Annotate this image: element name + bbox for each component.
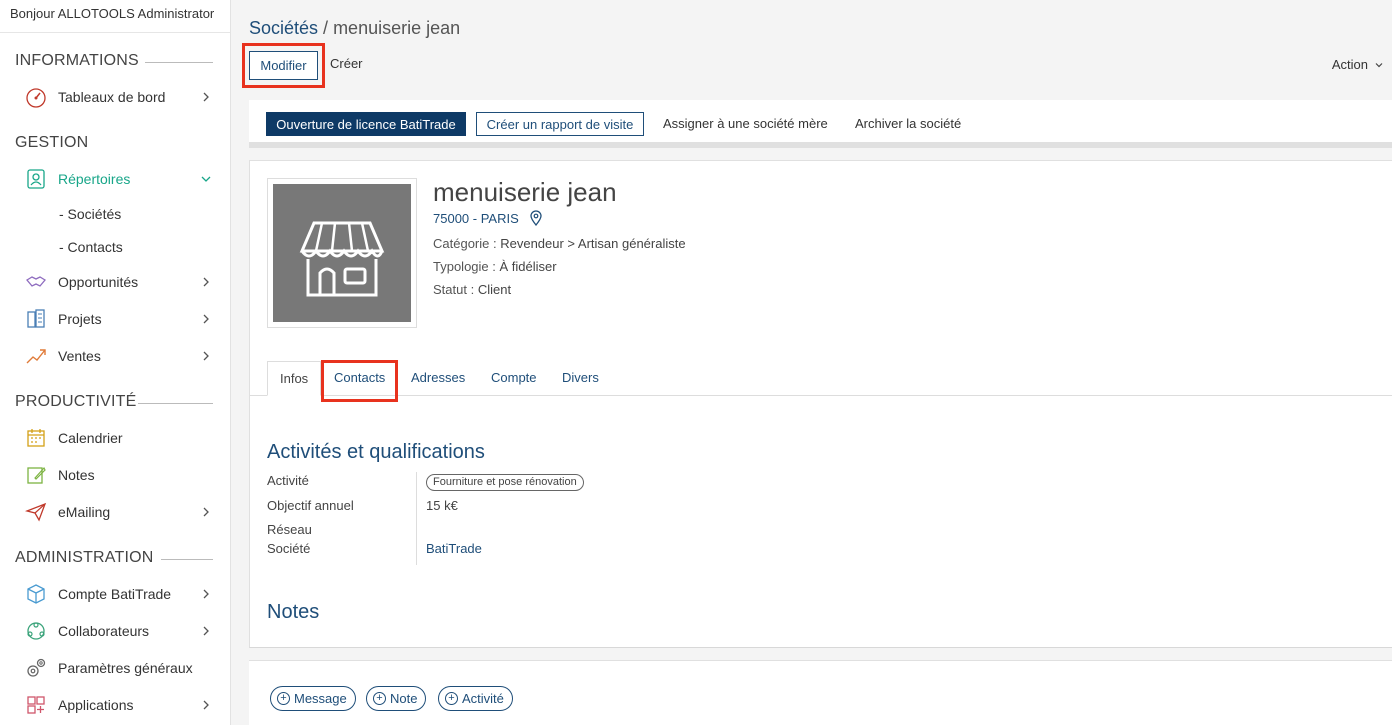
chevron-right-icon <box>203 92 209 102</box>
activite-tag: Fourniture et pose rénovation <box>426 474 584 491</box>
building-plans-icon <box>24 307 48 331</box>
societe-value-link[interactable]: BatiTrade <box>426 541 482 556</box>
chevron-right-icon <box>203 626 209 636</box>
plus-circle-icon: + <box>445 692 458 705</box>
sidebar: Bonjour ALLOTOOLS Administrator INFORMAT… <box>0 0 231 725</box>
chevron-right-icon <box>203 589 209 599</box>
sidebar-item-notes[interactable]: Notes <box>24 462 219 488</box>
tab-adresses[interactable]: Adresses <box>399 361 477 396</box>
message-button[interactable]: + Message <box>270 686 356 711</box>
chevron-right-icon <box>203 351 209 361</box>
section-productivite: PRODUCTIVITÉ <box>15 393 213 411</box>
dashboard-gauge-icon <box>24 85 48 109</box>
highlight-box-modifier <box>242 43 325 88</box>
action-bar: Ouverture de licence BatiTrade Créer un … <box>249 100 1392 148</box>
objectif-label: Objectif annuel <box>267 498 354 513</box>
tab-divers[interactable]: Divers <box>550 361 611 396</box>
sidebar-item-parametres-generaux[interactable]: Paramètres généraux <box>24 655 219 681</box>
breadcrumb-link-societes[interactable]: Sociétés <box>249 18 318 38</box>
section-informations: INFORMATIONS <box>15 52 213 70</box>
activite-button[interactable]: + Activité <box>438 686 513 711</box>
note-button[interactable]: + Note <box>366 686 427 711</box>
note-edit-icon <box>24 463 48 487</box>
section-administration: ADMINISTRATION <box>15 549 213 567</box>
company-location[interactable]: 75000 - PARIS <box>433 210 543 226</box>
company-typologie: Typologie : À fidéliser <box>433 259 557 274</box>
tab-compte[interactable]: Compte <box>479 361 549 396</box>
sidebar-item-emailing[interactable]: eMailing <box>24 499 219 525</box>
map-pin-icon[interactable] <box>529 210 543 226</box>
company-card: menuiserie jean 75000 - PARIS Catégorie … <box>249 160 1392 648</box>
sidebar-item-tableaux-de-bord[interactable]: Tableaux de bord <box>24 84 219 110</box>
sidebar-item-collaborateurs[interactable]: Collaborateurs <box>24 618 219 644</box>
archiver-societe-button[interactable]: Archiver la société <box>855 116 961 131</box>
team-icon <box>24 619 48 643</box>
sidebar-item-compte-batitrade[interactable]: Compte BatiTrade <box>24 581 219 607</box>
plus-circle-icon: + <box>277 692 290 705</box>
sales-trend-icon <box>24 344 48 368</box>
notes-heading: Notes <box>267 601 320 623</box>
chevron-right-icon <box>203 314 209 324</box>
contacts-book-icon <box>24 167 48 191</box>
assigner-societe-mere-button[interactable]: Assigner à une société mère <box>663 116 828 131</box>
company-categorie: Catégorie : Revendeur > Artisan générali… <box>433 236 686 251</box>
chevron-right-icon <box>203 277 209 287</box>
sidebar-item-calendrier[interactable]: Calendrier <box>24 425 219 451</box>
handshake-icon <box>24 270 48 294</box>
main-content: Sociétés / menuiserie jean Modifier Crée… <box>231 0 1392 725</box>
licence-batitrade-button[interactable]: Ouverture de licence BatiTrade <box>266 112 466 136</box>
societe-label: Société <box>267 541 311 556</box>
activites-heading: Activités et qualifications <box>267 441 485 463</box>
company-name: menuiserie jean <box>433 177 617 207</box>
storefront-icon <box>299 221 385 297</box>
action-dropdown[interactable]: Action <box>1332 57 1384 72</box>
chevron-right-icon <box>203 700 209 710</box>
highlight-box-contacts-tab <box>321 360 398 402</box>
sidebar-item-projets[interactable]: Projets <box>24 306 219 332</box>
company-statut: Statut : Client <box>433 282 512 297</box>
chevron-down-icon <box>201 176 211 182</box>
tab-infos[interactable]: Infos <box>267 361 322 396</box>
chatter-bar: + Message + Note + Activité <box>249 660 1392 725</box>
chevron-down-icon <box>1375 62 1383 67</box>
sidebar-item-opportunites[interactable]: Opportunités <box>24 269 219 295</box>
sidebar-subitem-societes[interactable]: - Sociétés <box>59 206 121 222</box>
breadcrumb-current: menuiserie jean <box>333 18 461 38</box>
activite-label: Activité <box>267 473 309 488</box>
company-logo <box>267 178 417 328</box>
paper-plane-icon <box>24 500 48 524</box>
rapport-visite-button[interactable]: Créer un rapport de visite <box>476 112 644 136</box>
breadcrumb: Sociétés / menuiserie jean <box>249 18 461 38</box>
sidebar-item-applications[interactable]: Applications <box>24 692 219 718</box>
chevron-right-icon <box>203 507 209 517</box>
reseau-label: Réseau <box>267 522 312 537</box>
plus-circle-icon: + <box>373 692 386 705</box>
sidebar-item-ventes[interactable]: Ventes <box>24 343 219 369</box>
field-separator <box>416 472 417 565</box>
section-gestion: GESTION <box>15 134 89 151</box>
apps-grid-icon <box>24 693 48 717</box>
user-greeting: Bonjour ALLOTOOLS Administrator <box>0 0 230 33</box>
sidebar-subitem-contacts[interactable]: - Contacts <box>59 239 123 255</box>
cube-icon <box>24 582 48 606</box>
calendar-icon <box>24 426 48 450</box>
creer-button[interactable]: Créer <box>330 56 363 71</box>
objectif-value: 15 k€ <box>426 498 458 513</box>
sidebar-item-repertoires[interactable]: Répertoires <box>24 166 219 192</box>
gears-icon <box>24 656 48 680</box>
company-tabs: Infos Contacts Adresses Compte Divers <box>250 361 1392 396</box>
